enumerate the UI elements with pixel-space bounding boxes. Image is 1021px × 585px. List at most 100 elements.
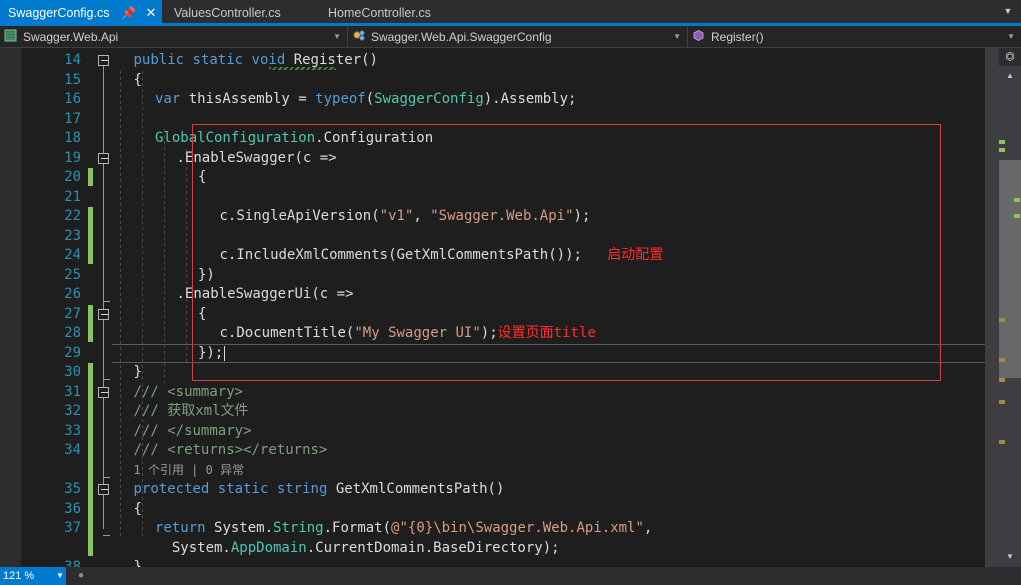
scroll-down-chevron-down-icon[interactable]: ▼ — [999, 549, 1021, 565]
scroll-change-marker — [999, 140, 1005, 144]
code-line[interactable]: /// <returns></returns> — [112, 441, 985, 461]
code-token: "My Swagger UI" — [354, 325, 481, 341]
code-token: thisAssembly = — [188, 91, 316, 107]
collapse-region-icon[interactable] — [98, 484, 109, 495]
code-line[interactable]: /// <summary> — [112, 383, 985, 403]
line-number: 17 — [64, 110, 81, 127]
code-line[interactable]: protected static string GetXmlCommentsPa… — [112, 480, 985, 500]
line-number: 31 — [64, 383, 81, 400]
navbar-type-dropdown[interactable]: Swagger.Web.Api.SwaggerConfig ▼ — [348, 26, 688, 48]
scroll-change-marker — [999, 318, 1005, 322]
code-token: SwaggerConfig — [374, 91, 484, 107]
chevron-down-icon[interactable]: ▼ — [673, 26, 681, 48]
line-number: 24 — [64, 247, 81, 263]
code-line[interactable]: { — [112, 500, 985, 520]
tab-label: HomeController.cs — [328, 6, 431, 20]
line-number: 16 — [64, 91, 81, 107]
scroll-change-marker — [1014, 198, 1020, 202]
tab-overflow-chevron-down-icon[interactable]: ▼ — [999, 0, 1017, 23]
code-line[interactable]: }) — [112, 266, 985, 286]
code-line[interactable]: /// </summary> — [112, 422, 985, 442]
code-token: string — [276, 481, 336, 497]
outline-region-end-tick — [103, 535, 110, 536]
collapse-region-icon[interactable] — [98, 308, 109, 320]
code-line[interactable]: public static void Register() — [112, 51, 985, 71]
code-token: /// <summary> — [133, 383, 244, 400]
code-token: /// <returns></returns> — [133, 442, 328, 458]
zoom-level-dropdown[interactable]: 121 % ▼ — [0, 567, 66, 585]
line-number: 22 — [64, 208, 81, 224]
navbar-member-label: Register() — [711, 30, 764, 44]
code-token: typeof — [315, 91, 366, 107]
code-line[interactable]: } — [112, 363, 985, 383]
change-bar-segment — [88, 304, 93, 342]
code-line[interactable] — [112, 227, 985, 247]
tab-label: SwaggerConfig.cs — [8, 6, 110, 20]
code-line[interactable]: return System.String.Format(@"{0}\bin\Sw… — [112, 519, 985, 539]
codelens-label[interactable]: 1 个引用 | 0 异常 — [134, 463, 245, 477]
code-line[interactable] — [112, 110, 985, 130]
code-token: }) — [198, 266, 215, 283]
breakpoint-margin[interactable] — [0, 48, 21, 567]
code-token: GlobalConfiguration — [155, 130, 316, 146]
line-number: 32 — [64, 403, 81, 419]
code-token: } — [133, 364, 142, 380]
scroll-change-marker — [999, 358, 1005, 362]
code-line[interactable]: { — [112, 71, 985, 91]
navbar-project-label: Swagger.Web.Api — [23, 30, 119, 44]
scrollbar-thumb[interactable] — [999, 160, 1021, 378]
code-line[interactable]: c.IncludeXmlComments(GetXmlCommentsPath(… — [112, 246, 985, 266]
line-number: 27 — [64, 305, 81, 322]
line-number: 36 — [64, 500, 81, 517]
code-line[interactable]: .EnableSwagger(c => — [112, 149, 985, 169]
codelens-row[interactable]: 1 个引用 | 0 异常 — [112, 461, 985, 481]
line-number-gutter: 14 15 16 17 18 19 20 21 22 23 24 25 26 27 28 29 30 31 32 33… — [21, 48, 87, 575]
code-token: .EnableSwaggerUi(c => — [176, 286, 354, 302]
vertical-scrollbar[interactable]: ⏣ ▲ ▼ — [985, 48, 1021, 567]
code-line[interactable]: /// 获取xml文件 — [112, 402, 985, 422]
code-line[interactable]: System.AppDomain.CurrentDomain.BaseDirec… — [112, 539, 985, 559]
change-bar-segment — [88, 363, 93, 556]
code-outlining-margin[interactable] — [96, 48, 112, 567]
code-line[interactable]: } — [112, 558, 985, 567]
status-indicator-icon: ● — [78, 570, 85, 581]
code-line[interactable]: }); — [112, 344, 985, 364]
chevron-down-icon[interactable]: ▼ — [56, 567, 64, 585]
code-editor[interactable]: 14 15 16 17 18 19 20 21 22 23 24 25 26 27 28 29 30 31 32 33… — [0, 48, 1021, 575]
split-view-icon[interactable]: ⏣ — [999, 48, 1021, 66]
code-line[interactable]: c.SingleApiVersion("v1", "Swagger.Web.Ap… — [112, 207, 985, 227]
code-token: protected — [133, 481, 218, 497]
chevron-down-icon[interactable]: ▼ — [333, 26, 341, 48]
collapse-region-icon[interactable] — [98, 386, 109, 398]
outline-region-end-tick — [103, 379, 110, 380]
code-token: String — [273, 520, 324, 536]
code-line[interactable] — [112, 188, 985, 208]
status-bar-rest: ● — [66, 567, 1021, 585]
code-token: c.IncludeXmlComments(GetXmlCommentsPath(… — [219, 247, 582, 263]
line-number: 26 — [64, 286, 81, 302]
scroll-change-marker — [999, 148, 1005, 152]
change-bar-segment — [88, 168, 93, 186]
code-token: AppDomain — [230, 539, 307, 556]
scroll-change-marker — [1014, 214, 1020, 218]
code-line[interactable]: .EnableSwaggerUi(c => — [112, 285, 985, 305]
code-line[interactable]: GlobalConfiguration.Configuration — [112, 129, 985, 149]
outline-region-end-tick — [103, 476, 110, 478]
code-token: c.SingleApiVersion( — [219, 208, 380, 224]
code-token: } — [133, 559, 142, 567]
code-surface[interactable]: public static void Register(){var thisAs… — [112, 48, 985, 567]
code-line[interactable]: c.DocumentTitle("My Swagger UI");设置页面tit… — [112, 324, 985, 344]
outline-vertical-line — [103, 57, 104, 529]
chevron-down-icon[interactable]: ▼ — [1007, 26, 1015, 48]
code-token: System. — [155, 539, 231, 556]
code-line[interactable]: { — [112, 305, 985, 325]
collapse-region-icon[interactable] — [98, 152, 109, 164]
line-number: 28 — [64, 325, 81, 341]
collapse-region-icon[interactable] — [98, 55, 109, 66]
navbar-member-dropdown[interactable]: Register() ▼ — [688, 26, 1021, 48]
tab-label: ValuesController.cs — [174, 6, 281, 20]
navbar-project-dropdown[interactable]: Swagger.Web.Api ▼ — [0, 26, 348, 48]
code-line[interactable]: { — [112, 168, 985, 188]
code-line[interactable]: var thisAssembly = typeof(SwaggerConfig)… — [112, 90, 985, 110]
line-number: 34 — [64, 442, 81, 458]
